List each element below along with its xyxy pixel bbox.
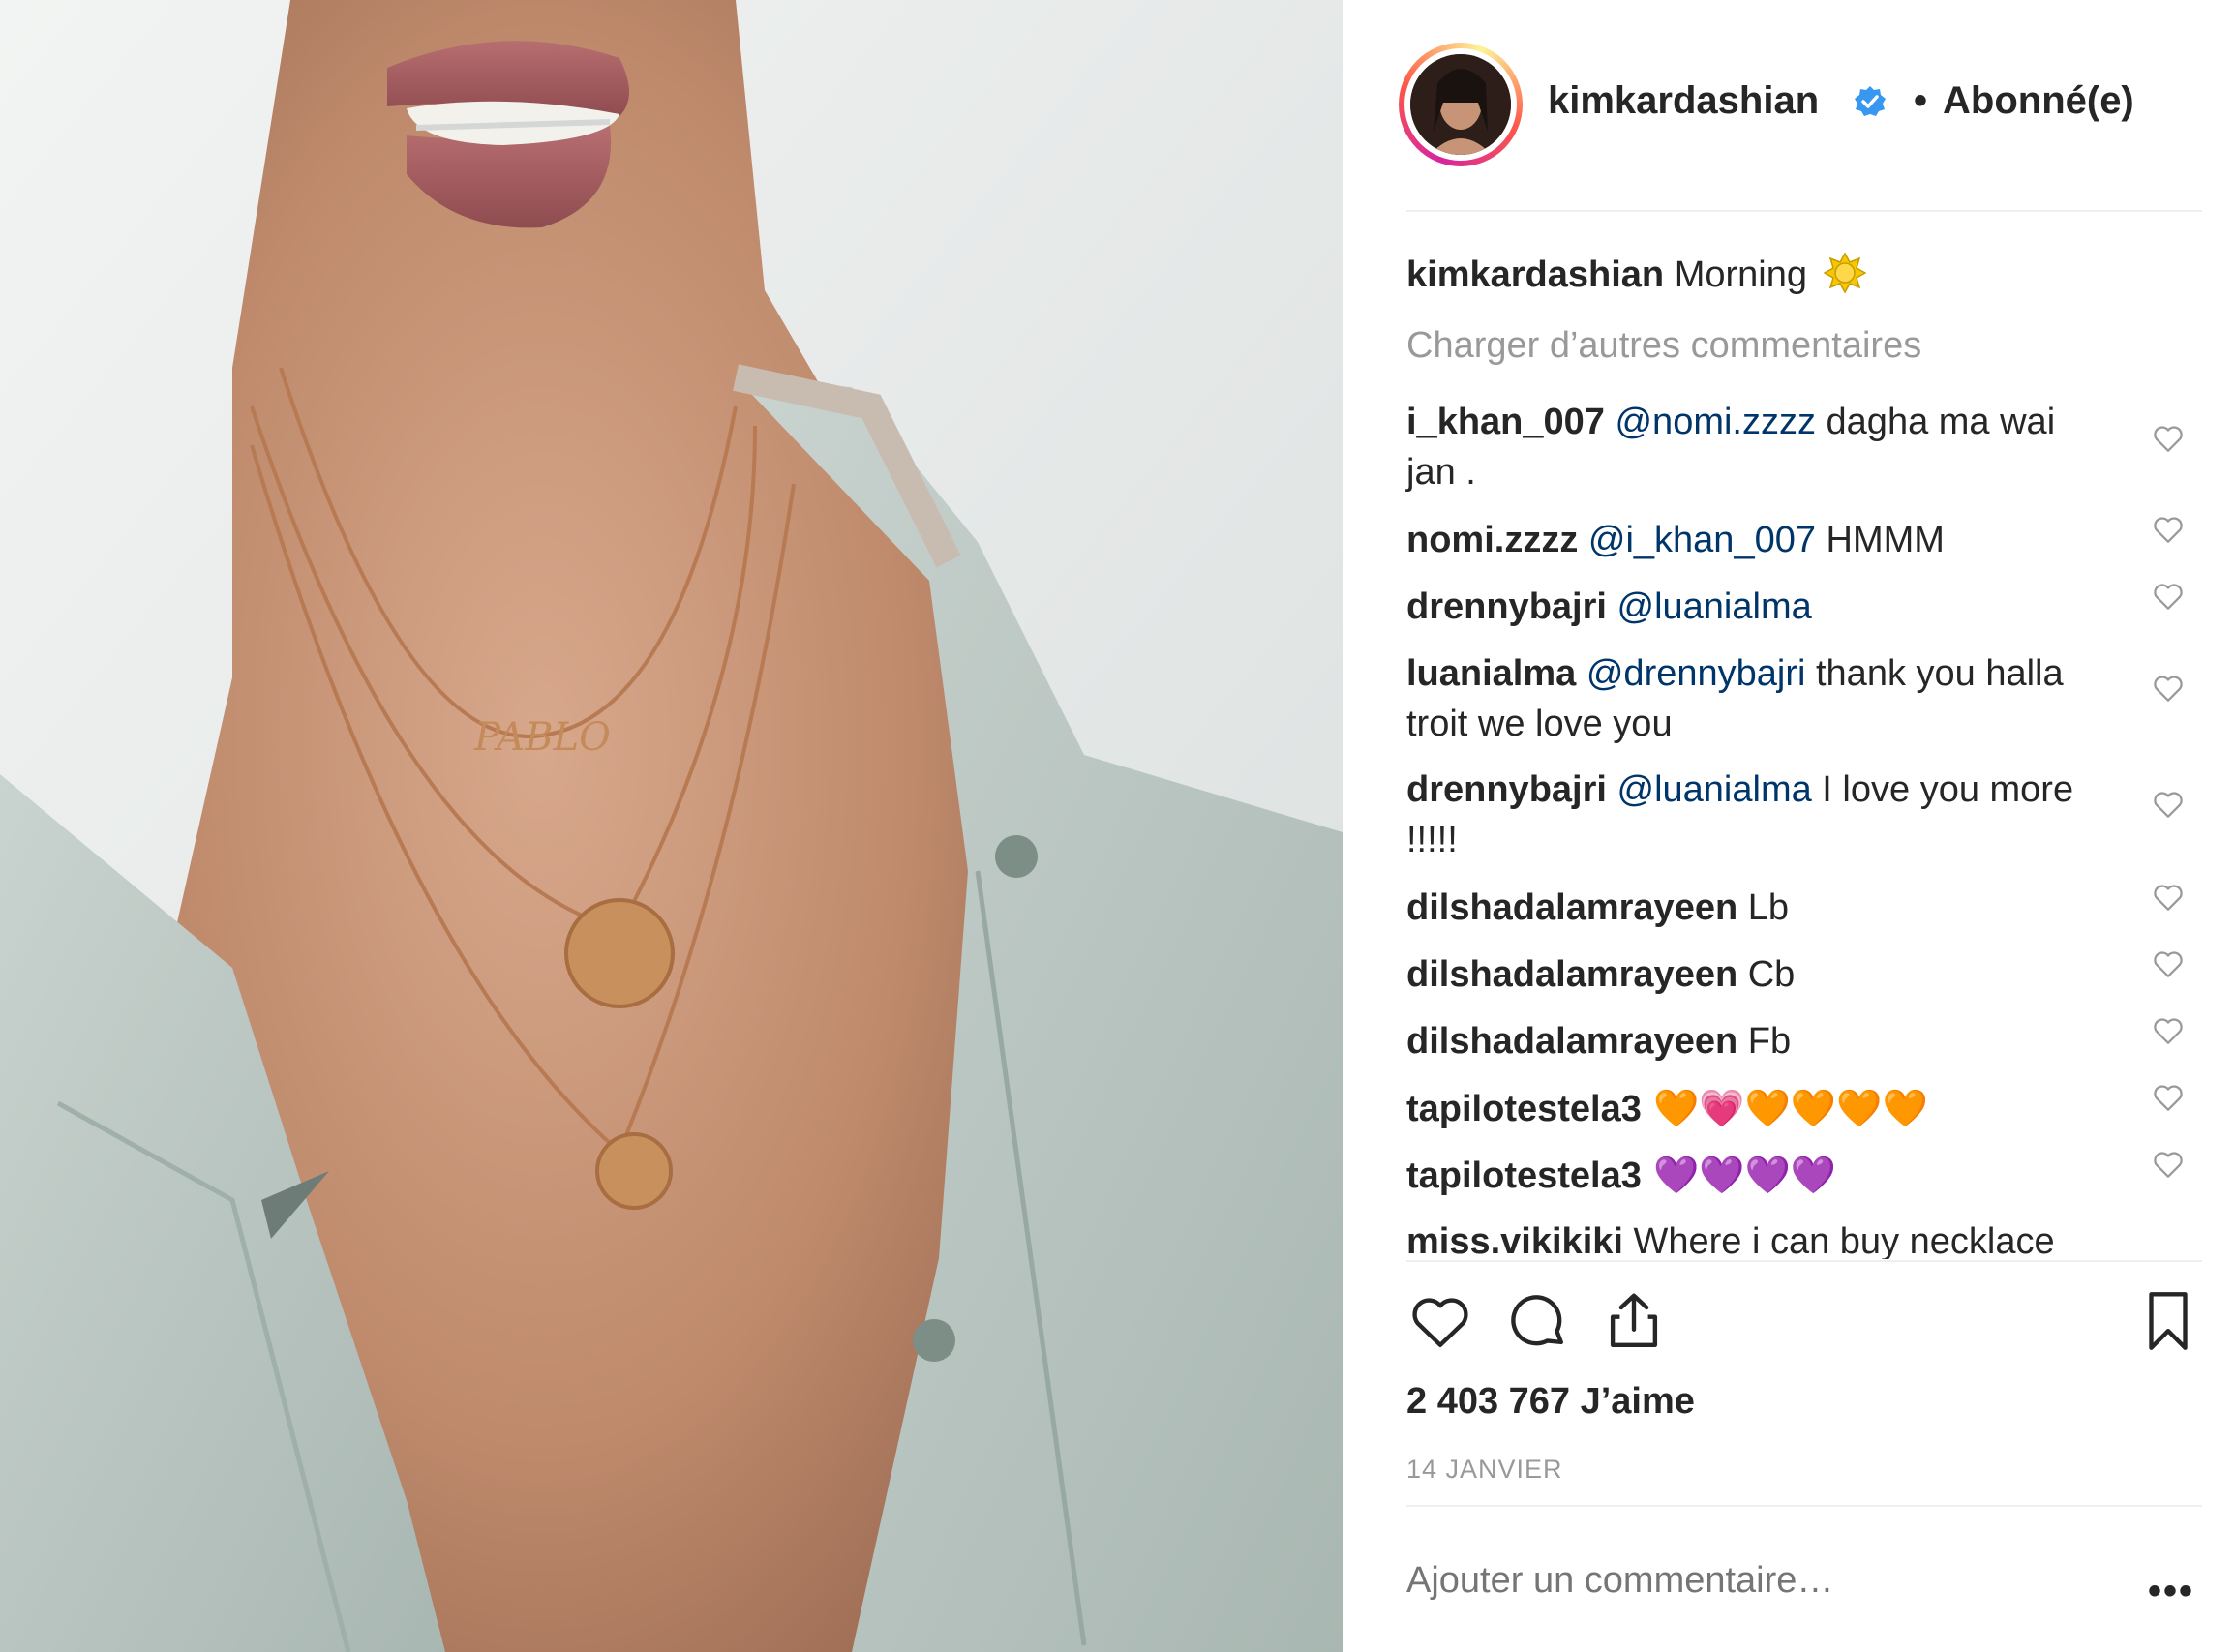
- comment-item: drennybajri @luanialma: [1406, 582, 2113, 632]
- comment-mention[interactable]: @nomi.zzzz: [1615, 402, 1816, 442]
- comment-text: Lb: [1737, 887, 1789, 928]
- comment-like-heart-icon[interactable]: [2152, 672, 2185, 705]
- comment-like-heart-icon[interactable]: [2152, 881, 2185, 914]
- comment-item: drennybajri @luanialma I love you more !…: [1406, 765, 2113, 865]
- post-photo[interactable]: PABLO: [0, 0, 1343, 1652]
- username-link[interactable]: kimkardashian: [1548, 79, 1819, 123]
- post-header: kimkardashian • Abonné(e): [1399, 43, 2192, 168]
- post-actions: [1406, 1287, 2202, 1365]
- comment-like-heart-icon[interactable]: [2152, 580, 2185, 613]
- comment-like-heart-icon[interactable]: [2152, 947, 2185, 980]
- like-count[interactable]: 2 403 767 J’aime: [1406, 1381, 1695, 1423]
- comment-mention[interactable]: @luanialma: [1617, 586, 1812, 627]
- verified-badge-icon: [1855, 86, 1886, 116]
- divider: [1406, 210, 2202, 212]
- comment-like-heart-icon[interactable]: [2152, 1014, 2185, 1047]
- comment-mention[interactable]: @luanialma: [1617, 769, 1812, 810]
- comment-text: HMMM: [1815, 520, 1945, 560]
- comment-item: i_khan_007 @nomi.zzzz dagha ma wai jan .: [1406, 397, 2113, 497]
- comment-item: dilshadalamrayeen Cb: [1406, 949, 2113, 1000]
- comment-username[interactable]: miss.vikikiki: [1406, 1221, 1623, 1259]
- caption-username[interactable]: kimkardashian: [1406, 255, 1664, 295]
- story-ring[interactable]: [1399, 43, 1523, 166]
- more-options-button[interactable]: •••: [2148, 1570, 2194, 1613]
- comment-mention[interactable]: @i_khan_007: [1588, 520, 1816, 560]
- caption-text: Morning: [1674, 255, 1807, 295]
- comment-like-heart-icon[interactable]: [2152, 513, 2185, 546]
- comment-username[interactable]: dilshadalamrayeen: [1406, 887, 1737, 928]
- comment-username[interactable]: dilshadalamrayeen: [1406, 954, 1737, 995]
- comment-item: tapilotestela3 🧡💗🧡🧡🧡🧡: [1406, 1083, 2113, 1134]
- comment-like-heart-icon[interactable]: [2152, 788, 2185, 821]
- comment-text: Fb: [1737, 1021, 1792, 1062]
- add-comment-input[interactable]: [1406, 1560, 2084, 1602]
- header-separator: •: [1914, 79, 1928, 122]
- divider: [1406, 1505, 2202, 1507]
- divider: [1406, 1260, 2202, 1262]
- comment-item: dilshadalamrayeen Fb: [1406, 1016, 2113, 1066]
- comment-text: Cb: [1737, 954, 1796, 995]
- bookmark-icon[interactable]: [2134, 1287, 2202, 1355]
- comment-like-heart-icon[interactable]: [2152, 1081, 2185, 1114]
- comment-text: Where i can buy necklace: [1622, 1221, 2055, 1259]
- comment-item: luanialma @drennybajri thank you halla t…: [1406, 648, 2113, 749]
- post-image: PABLO: [0, 0, 1343, 1652]
- caption: kimkardashian Morning: [1406, 250, 2113, 300]
- comment-like-heart-icon[interactable]: [2152, 422, 2185, 455]
- comment-item: miss.vikikiki Where i can buy necklace: [1406, 1216, 2113, 1259]
- comment-username[interactable]: drennybajri: [1406, 586, 1607, 627]
- comment-text: 🧡💗🧡🧡🧡🧡: [1641, 1087, 1928, 1129]
- comment-username[interactable]: drennybajri: [1406, 769, 1607, 810]
- comment-item: dilshadalamrayeen Lb: [1406, 883, 2113, 933]
- follow-status-button[interactable]: Abonné(e): [1943, 79, 2134, 123]
- comment-username[interactable]: tapilotestela3: [1406, 1089, 1642, 1129]
- heart-icon[interactable]: [1406, 1287, 1474, 1355]
- comment-icon[interactable]: [1503, 1287, 1571, 1355]
- comment-username[interactable]: nomi.zzzz: [1406, 520, 1578, 560]
- comment-username[interactable]: luanialma: [1406, 653, 1576, 694]
- comment-item: nomi.zzzz @i_khan_007 HMMM: [1406, 515, 2113, 565]
- comment-username[interactable]: tapilotestela3: [1406, 1156, 1642, 1196]
- avatar[interactable]: [1410, 54, 1511, 155]
- comment-username[interactable]: dilshadalamrayeen: [1406, 1021, 1737, 1062]
- load-more-comments-link[interactable]: Charger d’autres commentaires: [1406, 325, 1921, 367]
- comment-like-heart-icon[interactable]: [2152, 1148, 2185, 1181]
- post-date[interactable]: 14 JANVIER: [1406, 1455, 1563, 1485]
- comment-mention[interactable]: @drennybajri: [1586, 653, 1806, 694]
- comment-item: tapilotestela3 💜💜💜💜: [1406, 1150, 2113, 1201]
- post-sidebar: kimkardashian • Abonné(e) kimkardashian …: [1343, 0, 2235, 1652]
- comment-text: 💜💜💜💜: [1641, 1154, 1837, 1196]
- comment-username[interactable]: i_khan_007: [1406, 402, 1605, 442]
- svg-text:PABLO: PABLO: [473, 715, 611, 760]
- sun-emoji-icon: [1823, 252, 1867, 294]
- share-icon[interactable]: [1600, 1287, 1668, 1355]
